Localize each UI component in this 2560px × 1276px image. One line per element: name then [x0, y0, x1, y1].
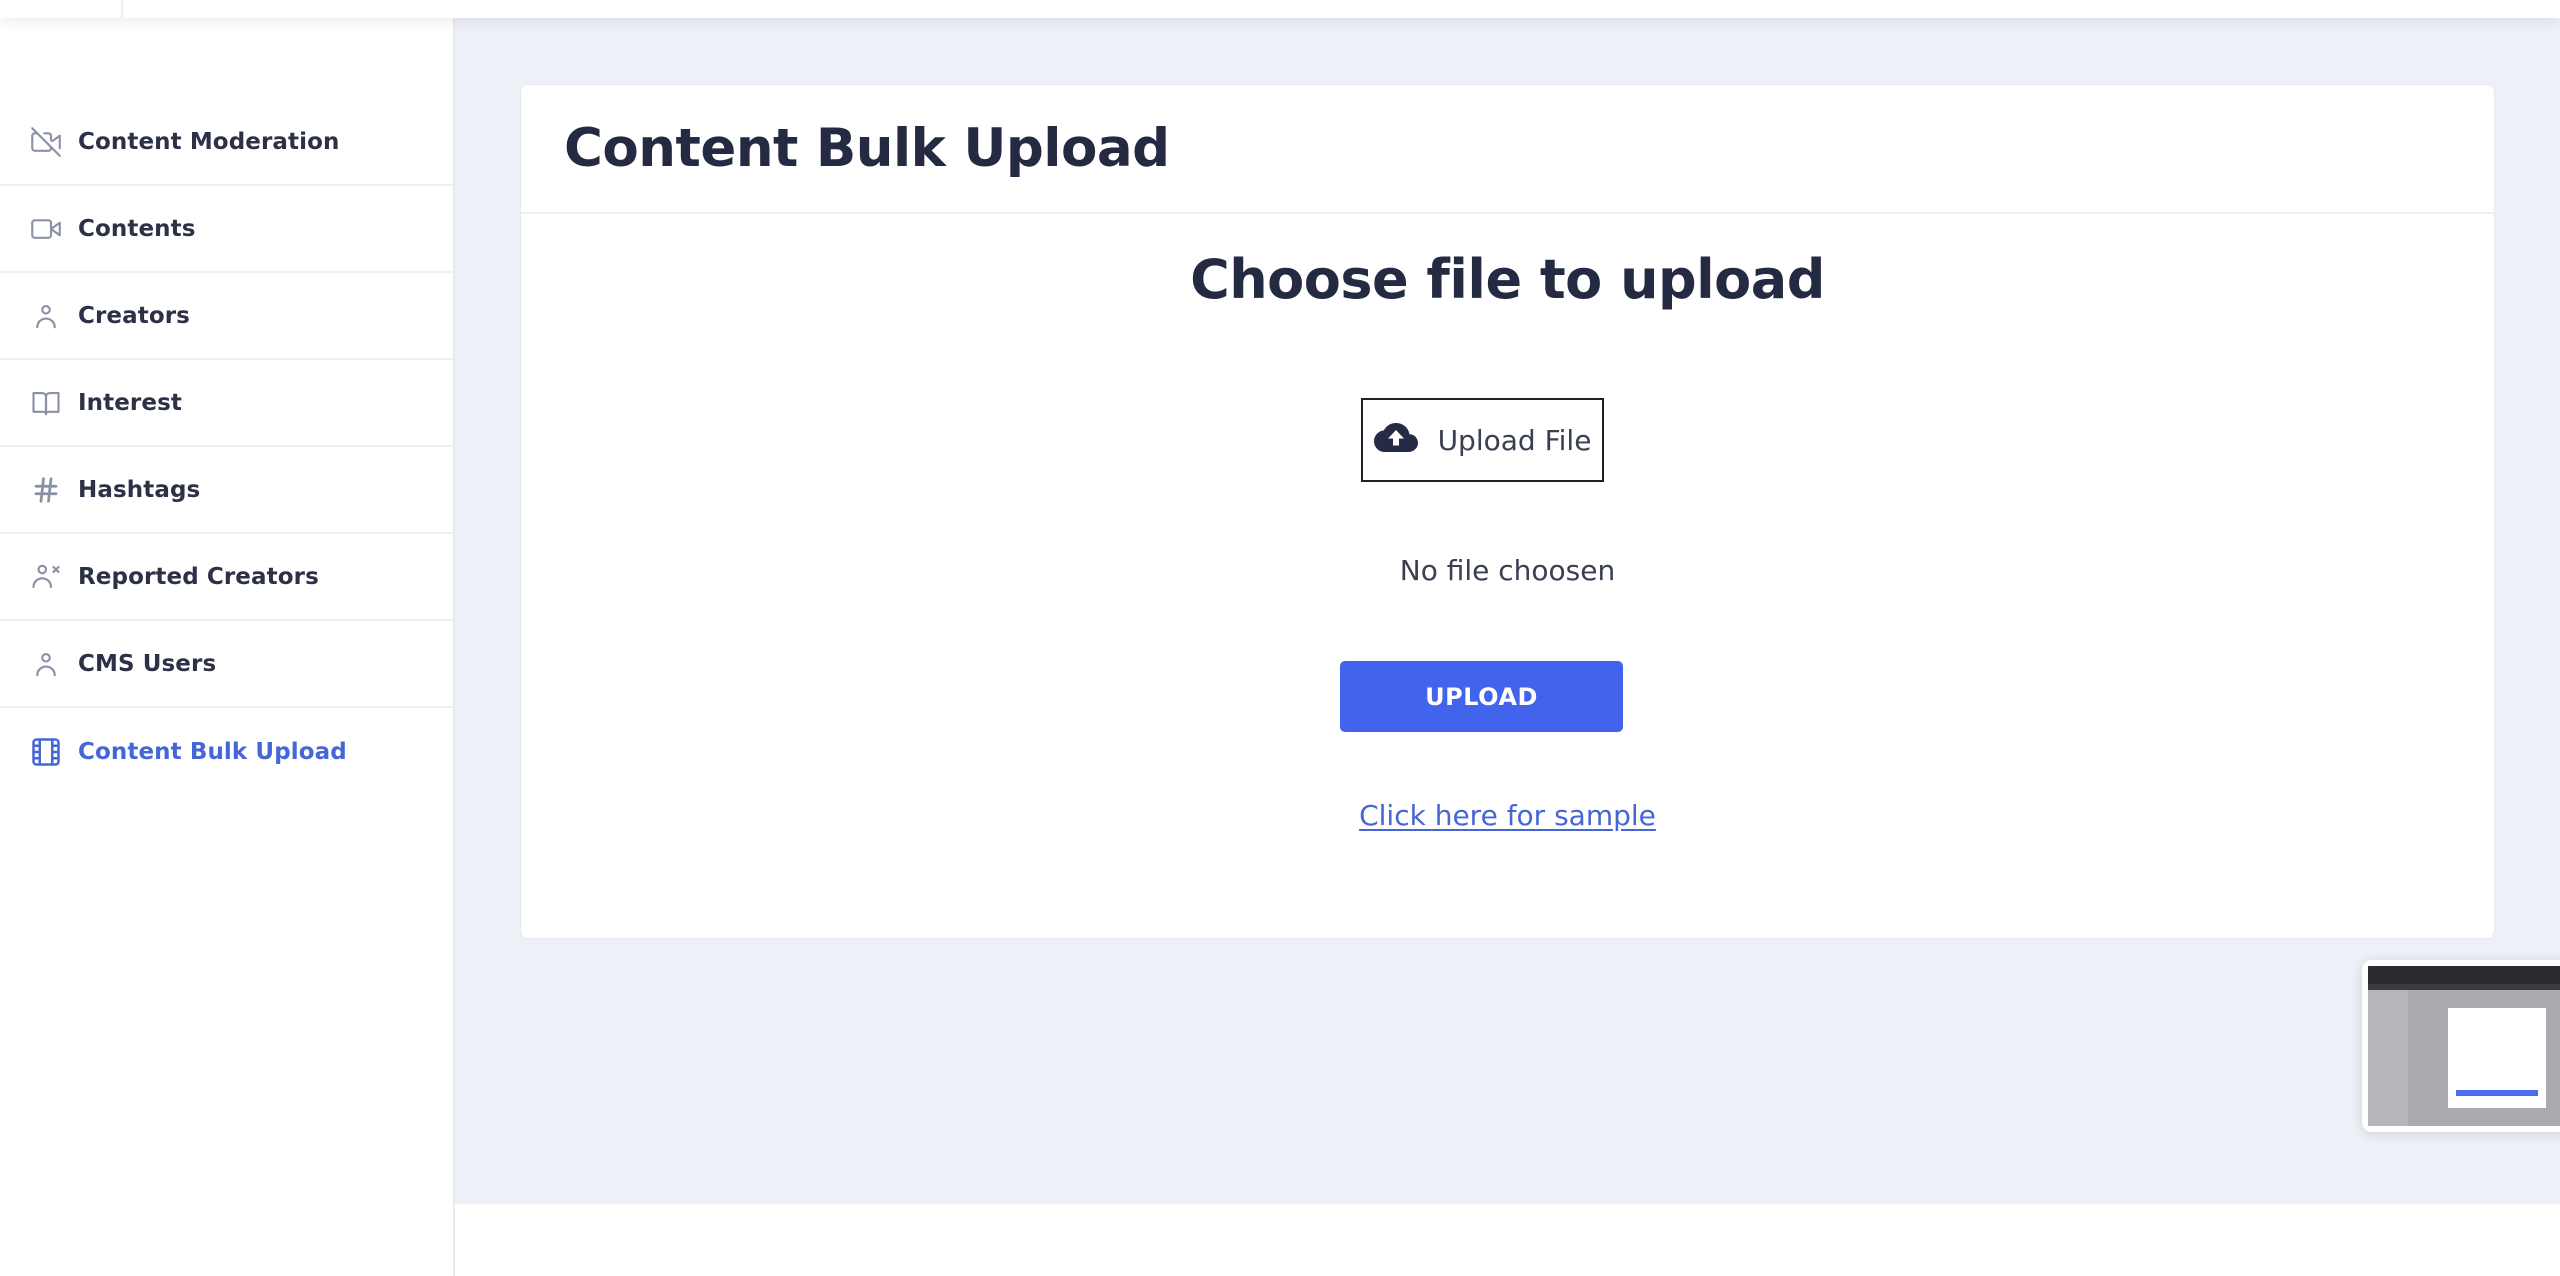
top-header-bar: [0, 0, 2560, 18]
user-icon: [31, 649, 61, 679]
sidebar-item-content-bulk-upload[interactable]: Content Bulk Upload: [0, 708, 453, 795]
sample-link-wrapper: Click here for sample: [521, 799, 2494, 832]
film-icon: [31, 737, 61, 767]
sidebar-item-contents[interactable]: Contents: [0, 186, 453, 273]
sidebar-item-label: CMS Users: [78, 650, 217, 677]
sidebar-nav: Content Moderation Contents Creators Int…: [0, 99, 453, 795]
sidebar-item-label: Content Moderation: [78, 128, 340, 155]
video-off-icon: [31, 126, 61, 157]
thumbnail-browser-bar: [2368, 966, 2560, 984]
sidebar-item-creators[interactable]: Creators: [0, 273, 453, 360]
sidebar-item-label: Contents: [78, 215, 196, 242]
file-status-text: No file choosen: [1399, 554, 1616, 587]
footer-area: [455, 1204, 2560, 1276]
sample-download-link[interactable]: Click here for sample: [1359, 799, 1656, 832]
user-x-icon: [31, 562, 61, 592]
user-icon: [31, 301, 61, 331]
sidebar-item-cms-users[interactable]: CMS Users: [0, 621, 453, 708]
sidebar-item-label: Reported Creators: [78, 563, 319, 590]
video-icon: [31, 214, 61, 244]
sidebar-item-hashtags[interactable]: Hashtags: [0, 447, 453, 534]
sidebar: Content Moderation Contents Creators Int…: [0, 18, 455, 1276]
content-bulk-upload-card: Content Bulk Upload Choose file to uploa…: [520, 84, 2495, 939]
sidebar-item-content-moderation[interactable]: Content Moderation: [0, 99, 453, 186]
sidebar-item-label: Interest: [78, 389, 182, 416]
sidebar-item-label: Hashtags: [78, 476, 201, 503]
upload-file-button[interactable]: Upload File: [1361, 398, 1604, 482]
section-title: Choose file to upload: [1190, 248, 1825, 311]
sidebar-item-interest[interactable]: Interest: [0, 360, 453, 447]
thumbnail-modal-button: [2456, 1090, 2538, 1096]
sidebar-item-reported-creators[interactable]: Reported Creators: [0, 534, 453, 621]
thumbnail-modal: [2448, 1008, 2546, 1108]
card-header: Content Bulk Upload: [521, 85, 2494, 214]
book-open-icon: [31, 388, 61, 418]
upload-file-label: Upload File: [1437, 423, 1592, 457]
upload-button[interactable]: UPLOAD: [1340, 661, 1623, 732]
thumbnail-sidebar: [2368, 990, 2408, 1126]
hash-icon: [31, 475, 61, 505]
page-title: Content Bulk Upload: [564, 118, 1170, 179]
sidebar-item-label: Content Bulk Upload: [78, 738, 347, 765]
cloud-upload-icon: [1373, 423, 1418, 452]
screenshot-preview-thumbnail[interactable]: [2362, 960, 2560, 1132]
sidebar-item-label: Creators: [78, 302, 190, 329]
upload-section: Choose file to upload Upload File No fil…: [521, 214, 2494, 938]
header-divider: [121, 0, 123, 18]
screenshot-preview-image: [2368, 966, 2560, 1126]
